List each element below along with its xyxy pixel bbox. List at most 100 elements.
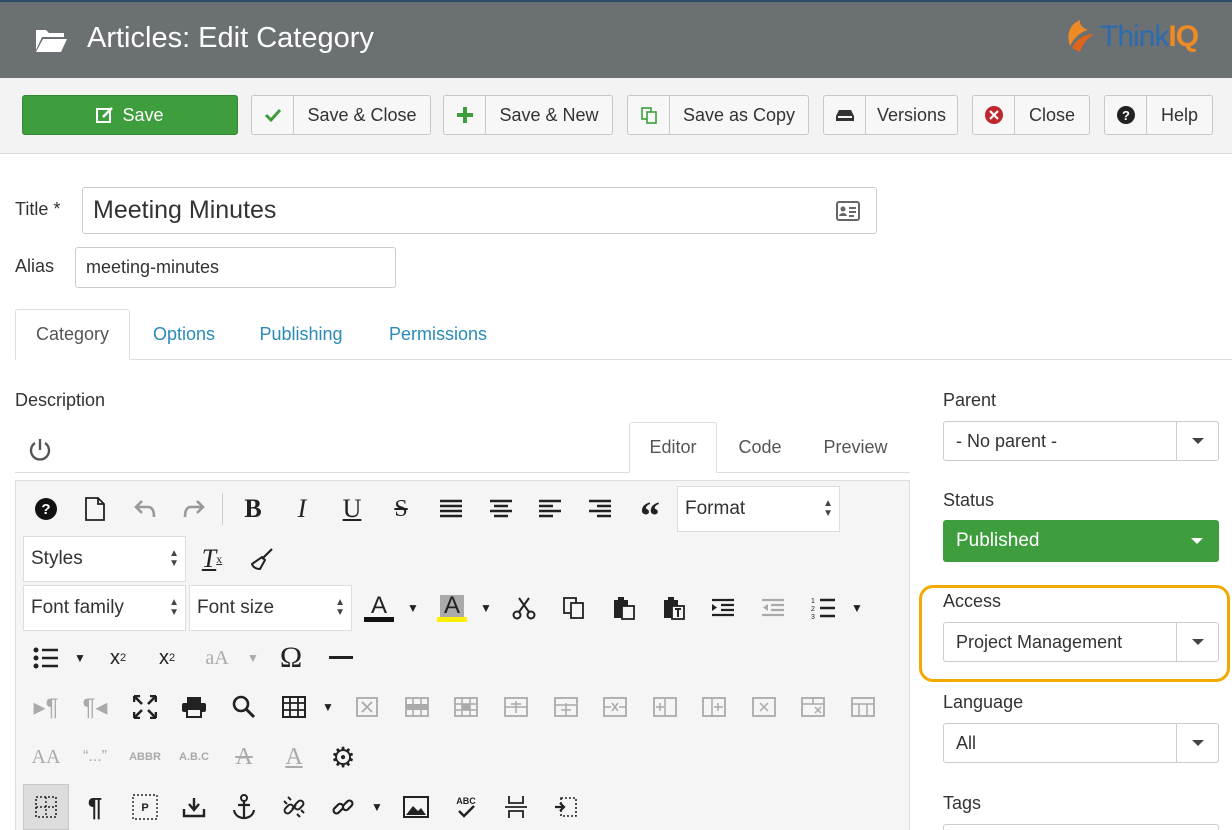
image-icon[interactable] — [396, 787, 436, 827]
italic-icon[interactable]: I — [282, 489, 322, 529]
quote-marks-icon[interactable]: “...” — [75, 737, 115, 777]
paste-icon[interactable] — [604, 588, 644, 628]
insert-icon[interactable] — [174, 787, 214, 827]
align-center-icon[interactable] — [481, 489, 521, 529]
broom-icon[interactable] — [242, 539, 282, 579]
align-right-icon[interactable] — [580, 489, 620, 529]
table-insert-col-after-icon[interactable] — [694, 687, 734, 727]
anchor-icon[interactable] — [224, 787, 264, 827]
editor-tab-code[interactable]: Code — [720, 422, 800, 473]
rtl-direction-icon[interactable]: ¶◂ — [75, 687, 115, 727]
deletion-icon[interactable]: A — [224, 737, 264, 777]
chevron-down-icon — [1176, 422, 1218, 460]
chevron-down-icon[interactable]: ▼ — [369, 787, 385, 827]
close-button[interactable]: Close — [972, 95, 1090, 135]
chevron-down-icon[interactable]: ▼ — [245, 638, 261, 678]
font-case-icon[interactable]: AA — [26, 737, 66, 777]
format-select[interactable]: Format ▲ ▼ — [677, 486, 840, 532]
table-delete-icon[interactable] — [347, 687, 387, 727]
font-family-select[interactable]: Font family ▲ ▼ — [23, 585, 186, 631]
chevron-down-icon[interactable]: ▼ — [72, 638, 88, 678]
table-icon[interactable] — [274, 687, 314, 727]
cut-icon[interactable] — [504, 588, 544, 628]
table-insert-row-before-icon[interactable] — [496, 687, 536, 727]
language-select[interactable]: All — [943, 723, 1219, 763]
visual-blocks-icon[interactable] — [23, 784, 69, 830]
fullscreen-icon[interactable] — [125, 687, 165, 727]
clear-formatting-icon[interactable]: Tx — [192, 539, 232, 579]
abbreviation-icon[interactable]: ABBR — [125, 737, 165, 777]
indent-icon[interactable] — [703, 588, 743, 628]
versions-button[interactable]: Versions — [823, 95, 958, 135]
save-as-copy-button[interactable]: Save as Copy — [627, 95, 809, 135]
numbered-list-icon[interactable]: 123 — [803, 588, 843, 628]
acronym-icon[interactable]: A.B.C — [174, 737, 214, 777]
background-color-icon[interactable]: A — [432, 588, 472, 628]
print-icon[interactable] — [174, 687, 214, 727]
power-toggle-icon[interactable] — [28, 437, 52, 463]
chevron-down-icon[interactable]: ▼ — [849, 588, 865, 628]
table-delete-row-icon[interactable] — [595, 687, 635, 727]
horizontal-rule-icon[interactable] — [321, 638, 361, 678]
subscript-icon[interactable]: x2 — [98, 638, 138, 678]
strikethrough-icon[interactable]: S — [381, 489, 421, 529]
bullet-list-icon[interactable] — [26, 638, 66, 678]
superscript-icon[interactable]: x2 — [147, 638, 187, 678]
insertion-icon[interactable]: A — [274, 737, 314, 777]
gear-icon[interactable]: ⚙ — [323, 737, 363, 777]
logo-text: ThinkIQ — [1100, 20, 1199, 53]
styles-select[interactable]: Styles ▲ ▼ — [23, 536, 186, 582]
access-select[interactable]: Project Management — [943, 622, 1219, 662]
save-close-button[interactable]: Save & Close — [251, 95, 431, 135]
save-button[interactable]: Save — [22, 95, 238, 135]
blockquote-icon[interactable]: “ — [630, 489, 670, 536]
search-icon[interactable] — [224, 687, 264, 727]
table-split-cells-icon[interactable] — [793, 687, 833, 727]
spellcheck-icon[interactable]: ABC — [446, 787, 486, 827]
parent-select[interactable]: - No parent - — [943, 421, 1219, 461]
status-select[interactable]: Published — [943, 520, 1219, 562]
special-character-icon[interactable]: Ω — [271, 638, 311, 678]
table-insert-row-after-icon[interactable] — [546, 687, 586, 727]
chevron-down-icon[interactable]: ▼ — [478, 588, 494, 628]
alias-input[interactable]: meeting-minutes — [75, 247, 396, 288]
tab-category[interactable]: Category — [15, 309, 130, 360]
paragraph-icon[interactable]: ¶ — [75, 787, 115, 827]
font-size-select[interactable]: Font size ▲ ▼ — [189, 585, 352, 631]
table-row-props-icon[interactable] — [397, 687, 437, 727]
page-break-icon[interactable] — [496, 787, 536, 827]
bold-icon[interactable]: B — [233, 489, 273, 529]
new-document-icon[interactable] — [75, 489, 115, 529]
redo-icon[interactable] — [174, 489, 214, 529]
paste-text-icon[interactable] — [654, 588, 694, 628]
underline-icon[interactable]: U — [332, 489, 372, 529]
outdent-icon[interactable] — [753, 588, 793, 628]
table-delete-col-icon[interactable] — [744, 687, 784, 727]
table-cell-props-icon[interactable] — [446, 687, 486, 727]
editor-tab-editor[interactable]: Editor — [629, 422, 717, 473]
table-insert-col-before-icon[interactable] — [645, 687, 685, 727]
align-left-icon[interactable] — [530, 489, 570, 529]
link-icon[interactable] — [323, 787, 363, 827]
copy-icon[interactable] — [554, 588, 594, 628]
text-color-icon[interactable]: A — [359, 588, 399, 628]
title-input[interactable]: Meeting Minutes — [82, 187, 877, 234]
save-new-button[interactable]: Save & New — [443, 95, 613, 135]
visual-chars-icon[interactable]: P — [125, 787, 165, 827]
chevron-down-icon[interactable]: ▼ — [320, 687, 336, 727]
change-case-icon[interactable]: aA — [197, 638, 237, 678]
tab-publishing[interactable]: Publishing — [246, 309, 356, 360]
tab-options[interactable]: Options — [140, 309, 228, 360]
chevron-down-icon[interactable]: ▼ — [405, 588, 421, 628]
template-icon[interactable] — [546, 787, 586, 827]
ltr-direction-icon[interactable]: ▸¶ — [26, 687, 66, 727]
table-merge-cells-icon[interactable] — [843, 687, 883, 727]
align-justify-icon[interactable] — [431, 489, 471, 529]
unlink-icon[interactable] — [274, 787, 314, 827]
help-button[interactable]: ? Help — [1104, 95, 1213, 135]
help-icon[interactable]: ? — [26, 489, 66, 529]
tab-permissions[interactable]: Permissions — [374, 309, 502, 360]
undo-icon[interactable] — [125, 489, 165, 529]
editor-tab-preview[interactable]: Preview — [808, 422, 903, 473]
tags-input[interactable] — [943, 824, 1219, 830]
